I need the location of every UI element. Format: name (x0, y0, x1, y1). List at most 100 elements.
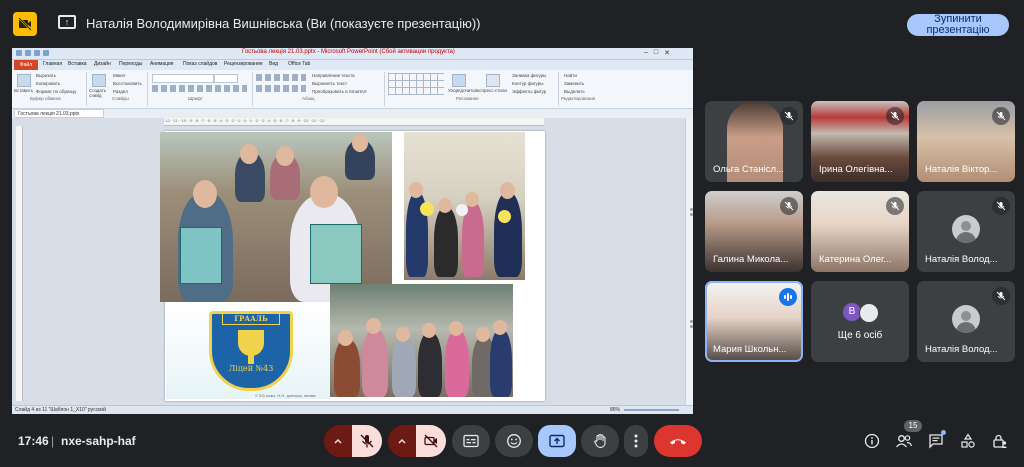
participant-tile[interactable]: Катерина Олег... (811, 191, 909, 272)
camera-off-icon[interactable] (13, 12, 37, 36)
font-group-label: Шрифт (188, 96, 203, 101)
tab-transitions[interactable]: Переходы (119, 61, 142, 67)
minimize-icon[interactable]: – (644, 49, 648, 57)
replace-button[interactable]: Заменить (564, 81, 584, 86)
more-options-button[interactable] (624, 425, 648, 457)
activities-button[interactable] (957, 430, 979, 452)
tab-view[interactable]: Вид (269, 61, 278, 67)
more-participants-tile[interactable]: В Ще 6 осіб (811, 281, 909, 362)
align-buttons[interactable] (256, 85, 306, 92)
maximize-icon[interactable]: □ (654, 49, 658, 57)
find-button[interactable]: Найти (564, 73, 577, 78)
chat-icon (929, 434, 943, 449)
lock-person-icon (993, 434, 1007, 448)
shape-fill-button[interactable]: Заливка фигуры (512, 73, 546, 78)
participant-tile[interactable]: Ірина Олегівна... (811, 101, 909, 182)
video-options-button[interactable] (388, 425, 416, 457)
captions-button[interactable] (452, 425, 490, 457)
zoom-slider[interactable] (624, 409, 679, 411)
tab-file[interactable]: Файл (14, 60, 38, 70)
ribbon-tabs (12, 60, 693, 70)
avatar (952, 305, 980, 333)
presenter-title: Наталія Володимирівна Вишнівська (Ви (по… (86, 16, 481, 31)
slide-caption: У 3-Б класі, Н.Н. донська, лісова (255, 393, 316, 398)
raise-hand-button[interactable] (581, 425, 619, 457)
participant-tile[interactable]: Ольга Станісл... (705, 101, 803, 182)
section-button[interactable]: Раздел (113, 89, 128, 94)
mic-off-icon (360, 434, 374, 448)
arrange-button[interactable]: Упорядочить (448, 88, 475, 93)
grail-cup-icon (238, 330, 264, 356)
arrange-icon[interactable] (452, 74, 466, 87)
presenting-icon: ↑ (58, 15, 76, 29)
emblem-banner: ГРААЛЬ (222, 313, 280, 325)
tab-animation[interactable]: Анимация (150, 61, 173, 67)
tab-office[interactable]: Office Tab (288, 61, 310, 67)
tiles-scroll-handle[interactable] (690, 320, 693, 334)
participant-tile[interactable]: Наталія Волод... (917, 281, 1015, 362)
format-painter-button[interactable]: Формат по образцу (36, 89, 76, 94)
undo-icon[interactable] (25, 50, 31, 56)
drawing-group-label: Рисование (456, 96, 479, 101)
layout-button[interactable]: Макет (113, 73, 126, 78)
tab-design[interactable]: Дизайн (94, 61, 111, 67)
shapes-gallery[interactable] (388, 73, 444, 95)
more-vert-icon (634, 434, 638, 448)
present-now-button[interactable] (538, 425, 576, 457)
tab-slideshow[interactable]: Показ слайдов (183, 61, 217, 67)
select-button[interactable]: Выделить (564, 89, 585, 94)
paste-button[interactable]: Вставить (14, 88, 33, 93)
participant-tile[interactable]: Наталія Волод... (917, 191, 1015, 272)
participant-tile-speaking[interactable]: Мария Школьн... (705, 281, 803, 362)
activities-icon (961, 433, 975, 448)
align-text-button[interactable]: Выровнять текст (312, 81, 347, 86)
microphone-toggle-button[interactable] (352, 425, 382, 457)
new-slide-button[interactable]: Создать слайд (89, 88, 109, 98)
participant-name: Ольга Станісл... (713, 164, 784, 175)
reactions-button[interactable] (495, 425, 533, 457)
redo-icon[interactable] (34, 50, 40, 56)
close-icon[interactable]: ✕ (664, 49, 670, 57)
tab-review[interactable]: Рецензирование (224, 61, 263, 67)
quick-styles-button[interactable]: Экспресс-стили (474, 88, 507, 93)
shape-outline-button[interactable]: Контур фигуры (512, 81, 543, 86)
copy-button[interactable]: Копировать (36, 81, 60, 86)
customize-icon[interactable] (43, 50, 49, 56)
people-button[interactable] (893, 430, 915, 452)
font-format-buttons[interactable] (152, 85, 247, 92)
camera-toggle-button[interactable] (416, 425, 446, 457)
window-controls[interactable]: – □ ✕ (644, 49, 670, 57)
mic-muted-icon (992, 197, 1010, 215)
audio-options-button[interactable] (324, 425, 352, 457)
end-call-button[interactable] (654, 425, 702, 457)
captions-icon (463, 434, 479, 448)
list-buttons[interactable] (256, 74, 306, 81)
paste-icon[interactable] (17, 74, 31, 87)
font-name-combo[interactable] (152, 74, 214, 83)
participant-tile[interactable]: Наталія Віктор... (917, 101, 1015, 182)
avatar (859, 303, 879, 323)
host-controls-button[interactable] (989, 430, 1011, 452)
new-slide-icon[interactable] (92, 74, 106, 87)
tab-home[interactable]: Главная (43, 61, 62, 67)
document-tab[interactable]: Гостьова лекція 21.03.pptx (14, 109, 104, 118)
vertical-scrollbar[interactable] (685, 118, 693, 405)
separator: | (51, 434, 55, 448)
mic-muted-icon (992, 287, 1010, 305)
smartart-button[interactable]: Преобразовать в SmartArt (312, 89, 367, 94)
reset-button[interactable]: Восстановить (113, 81, 142, 86)
cut-button[interactable]: Вырезать (36, 73, 56, 78)
mic-muted-icon (780, 107, 798, 125)
participant-name: Ірина Олегівна... (819, 164, 893, 175)
participant-tile[interactable]: Галина Микола... (705, 191, 803, 272)
quick-access-toolbar[interactable] (16, 50, 56, 57)
save-icon[interactable] (16, 50, 22, 56)
text-direction-button[interactable]: Направление текста (312, 73, 355, 78)
tab-insert[interactable]: Вставка (68, 61, 87, 67)
shape-effects-button[interactable]: Эффекты фигур (512, 89, 546, 94)
meeting-details-button[interactable] (861, 430, 883, 452)
font-size-combo[interactable] (214, 74, 238, 83)
quick-styles-icon[interactable] (486, 74, 500, 87)
tiles-scroll-handle[interactable] (690, 208, 693, 222)
stop-presenting-button[interactable]: Зупинити презентацію (907, 14, 1009, 36)
